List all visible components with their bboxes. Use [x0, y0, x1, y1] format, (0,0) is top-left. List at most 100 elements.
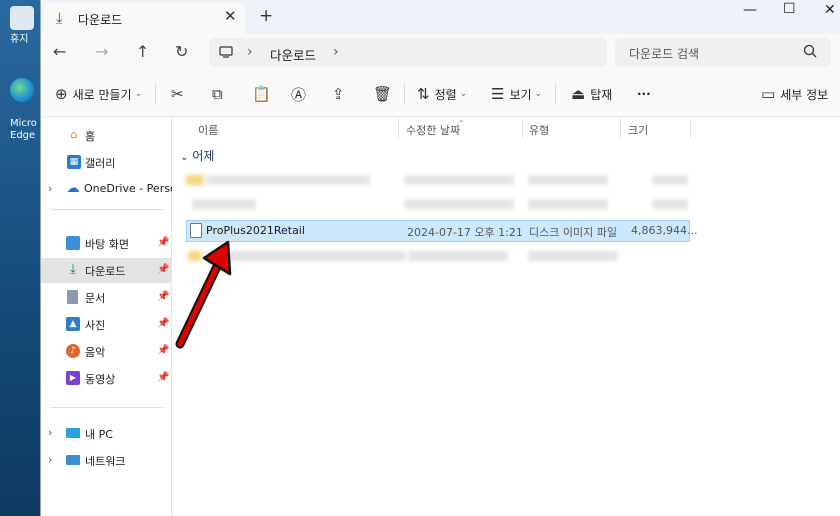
- column-divider[interactable]: [398, 118, 399, 138]
- breadcrumb-downloads[interactable]: 다운로드: [270, 45, 316, 64]
- mount-disc-icon: ⏏: [571, 85, 586, 103]
- video-icon: ▶: [66, 371, 80, 385]
- sort-button-label: 정렬: [434, 87, 457, 102]
- edge-icon[interactable]: [10, 78, 34, 102]
- scissors-icon: ✂: [171, 85, 184, 103]
- sidebar-item-onedrive[interactable]: › ☁ OneDrive - Person: [41, 177, 184, 202]
- desktop-background: 휴지 Micro Edge: [0, 0, 40, 516]
- view-button-label: 보기: [509, 87, 532, 102]
- sidebar-item-documents[interactable]: 문서 📌: [41, 285, 171, 310]
- expand-chevron-icon[interactable]: ›: [48, 453, 52, 466]
- redacted-file-name: [206, 175, 370, 185]
- file-size: 4,863,944...: [631, 224, 698, 237]
- redacted-file-type: [528, 199, 608, 209]
- document-icon: [67, 290, 78, 304]
- column-header-name[interactable]: 이름: [198, 122, 218, 138]
- sidebar-item-desktop[interactable]: 바탕 화면 📌: [41, 231, 171, 256]
- view-button[interactable]: ☰ 보기 ⌄: [491, 83, 542, 105]
- breadcrumb-separator-icon: ›: [247, 44, 253, 60]
- details-button[interactable]: ▭ 세부 정보: [761, 83, 828, 105]
- sidebar-item-label: 바탕 화면: [85, 238, 129, 251]
- annotation-arrow-icon: [175, 240, 232, 349]
- redacted-file-name: [192, 199, 256, 209]
- redacted-file-date: [408, 251, 508, 261]
- refresh-icon[interactable]: ↻: [175, 42, 188, 61]
- expand-chevron-icon[interactable]: ›: [48, 182, 52, 195]
- redacted-file-date: [404, 199, 514, 209]
- pin-icon: 📌: [157, 237, 170, 248]
- sidebar-item-label: 네트워크: [85, 455, 126, 468]
- search-icon[interactable]: [803, 44, 817, 58]
- sort-button[interactable]: ⇅ 정렬 ⌄: [417, 83, 467, 105]
- forward-icon[interactable]: →: [95, 42, 108, 61]
- recycle-bin-icon[interactable]: [10, 6, 34, 30]
- home-icon: ⌂: [70, 128, 78, 141]
- toolbar-divider: [404, 84, 405, 104]
- more-options-button[interactable]: ···: [637, 83, 651, 105]
- new-button[interactable]: ⊕ 새로 만들기 ⌄: [55, 83, 142, 105]
- back-icon[interactable]: ←: [53, 42, 66, 61]
- sidebar-item-videos[interactable]: ▶ 동영상 📌: [41, 366, 171, 391]
- tab-bar: ⤓ 다운로드 ✕ + — ☐ ✕: [41, 0, 840, 34]
- mount-button[interactable]: ⏏ 탑재: [571, 83, 612, 105]
- close-window-icon[interactable]: ✕: [824, 2, 836, 24]
- share-button[interactable]: ⇪: [332, 83, 350, 105]
- sidebar-item-this-pc[interactable]: › 내 PC: [41, 421, 171, 446]
- pc-icon: [66, 428, 80, 438]
- new-tab-icon[interactable]: +: [259, 6, 273, 26]
- desktop-folder-icon: [66, 236, 80, 250]
- column-divider[interactable]: [690, 118, 691, 138]
- download-arrow-icon: ⤓: [70, 262, 76, 277]
- address-bar[interactable]: › 다운로드 ›: [209, 38, 607, 67]
- redacted-file-size: [652, 175, 688, 185]
- minimize-icon[interactable]: —: [743, 2, 757, 24]
- desktop-label-edge-1: Micro: [10, 118, 37, 129]
- tab-downloads[interactable]: ⤓ 다운로드 ✕: [44, 3, 245, 34]
- monitor-icon: [219, 46, 233, 58]
- navigation-bar: ← → ↑ ↻ › 다운로드 › 다운로드 검색: [41, 34, 840, 72]
- rename-button[interactable]: Ⓐ: [291, 83, 311, 105]
- column-divider[interactable]: [620, 118, 621, 138]
- sidebar-item-label: 내 PC: [85, 428, 113, 441]
- tab-title: 다운로드: [78, 13, 123, 27]
- paste-button[interactable]: 📋: [252, 83, 276, 105]
- toolbar-divider: [155, 84, 156, 104]
- cut-button[interactable]: ✂: [171, 83, 189, 105]
- maximize-icon[interactable]: ☐: [783, 1, 796, 23]
- copy-button[interactable]: ⧉: [212, 83, 228, 105]
- up-icon[interactable]: ↑: [136, 42, 149, 61]
- sidebar-item-downloads[interactable]: ⤓ 다운로드 📌: [41, 258, 171, 283]
- sort-caret-icon: ⌄: [458, 115, 465, 124]
- command-bar: ⊕ 새로 만들기 ⌄ ✂ ⧉ 📋 Ⓐ ⇪ 🗑 ⇅ 정렬 ⌄ ☰ 보기 ⌄ ⏏ 탑…: [41, 72, 840, 117]
- column-header-type[interactable]: 유형: [529, 122, 549, 138]
- delete-button[interactable]: 🗑: [373, 83, 397, 105]
- navigation-pane: ⌂ 홈 ▦ 갤러리 › ☁ OneDrive - Person 바탕 화면 📌 …: [41, 117, 184, 516]
- sidebar-item-network[interactable]: › 네트워크: [41, 448, 171, 473]
- table-row[interactable]: ProPlus2021Retail 2024-07-17 오후 1:21 디스크…: [186, 220, 697, 242]
- column-header-size[interactable]: 크기: [628, 122, 648, 138]
- sidebar-item-label: 다운로드: [85, 265, 126, 278]
- group-header-yesterday[interactable]: ⌄ 어제: [180, 147, 214, 164]
- sidebar-item-gallery[interactable]: ▦ 갤러리: [41, 150, 171, 175]
- toolbar-divider: [555, 84, 556, 104]
- sidebar-item-home[interactable]: ⌂ 홈: [41, 123, 171, 148]
- file-modified: 2024-07-17 오후 1:21: [407, 226, 523, 239]
- copy-icon: ⧉: [212, 85, 223, 103]
- column-divider[interactable]: [522, 118, 523, 138]
- share-icon: ⇪: [332, 85, 345, 103]
- expand-chevron-icon[interactable]: ›: [48, 426, 52, 439]
- view-lines-icon: ☰: [491, 85, 505, 103]
- redacted-file-type: [528, 175, 608, 185]
- sidebar-item-label: 문서: [85, 292, 106, 305]
- chevron-down-icon: ⌄: [180, 152, 189, 163]
- plus-circle-icon: ⊕: [55, 85, 68, 103]
- sidebar-item-music[interactable]: ♪ 음악 📌: [41, 339, 171, 364]
- sidebar-item-pictures[interactable]: ▲ 사진 📌: [41, 312, 171, 337]
- breadcrumb-chevron-icon[interactable]: ›: [333, 44, 339, 60]
- tab-close-icon[interactable]: ✕: [224, 7, 237, 25]
- column-header-modified[interactable]: 수정한 날짜: [406, 122, 460, 138]
- network-icon: [66, 455, 80, 465]
- details-button-label: 세부 정보: [780, 87, 829, 102]
- search-box[interactable]: 다운로드 검색: [615, 38, 831, 67]
- sidebar-item-label: 음악: [85, 346, 106, 359]
